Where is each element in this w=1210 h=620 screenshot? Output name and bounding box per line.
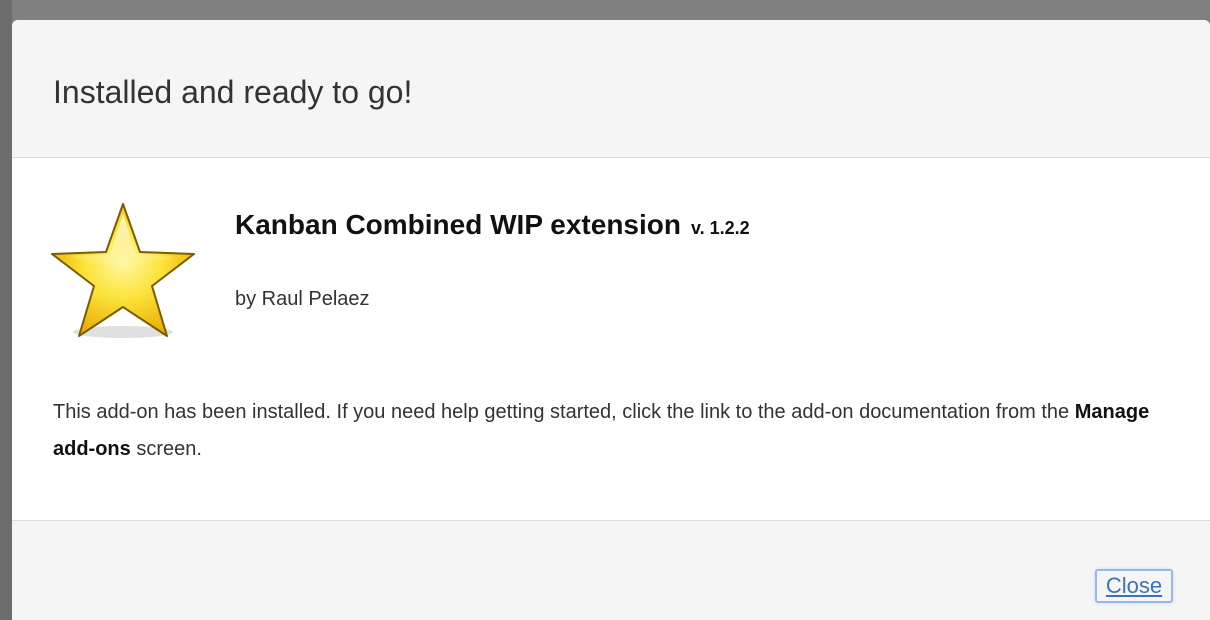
addon-name-text: Kanban Combined WIP extension bbox=[235, 209, 681, 240]
backdrop-edge bbox=[0, 0, 12, 620]
addon-author: by Raul Pelaez bbox=[235, 288, 370, 310]
addon-name: Kanban Combined WIP extension v. 1.2.2 bbox=[235, 208, 750, 245]
description-text: This add-on has been installed. If you n… bbox=[53, 401, 1075, 423]
addon-version: v. 1.2.2 bbox=[690, 218, 750, 238]
install-success-dialog: Installed and ready to go! Kanban Combin… bbox=[12, 20, 1210, 620]
description-text-end: screen. bbox=[130, 438, 202, 460]
addon-description: This add-on has been installed. If you n… bbox=[53, 394, 1173, 468]
dialog-body: Kanban Combined WIP extension v. 1.2.2 by… bbox=[12, 158, 1210, 520]
dialog-header: Installed and ready to go! bbox=[12, 20, 1210, 158]
star-icon bbox=[51, 203, 195, 338]
dialog-title: Installed and ready to go! bbox=[53, 74, 413, 110]
dialog-footer: Close bbox=[12, 520, 1210, 620]
close-button[interactable]: Close bbox=[1095, 569, 1173, 603]
